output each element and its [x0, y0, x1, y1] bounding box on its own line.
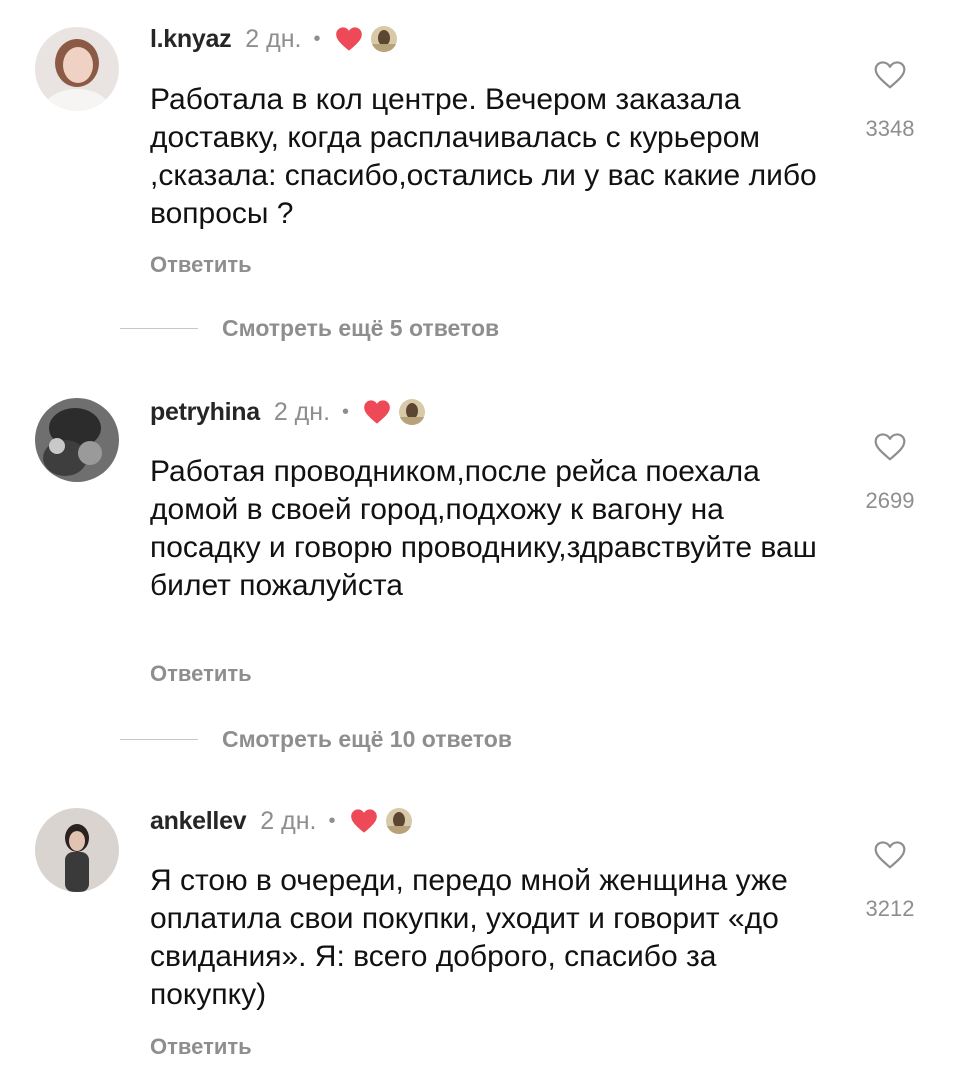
timestamp: 2 дн. — [273, 397, 331, 426]
timestamp: 2 дн. — [260, 806, 317, 835]
view-replies-button[interactable]: Смотреть ещё 5 ответов — [120, 313, 499, 343]
divider-line — [120, 327, 198, 329]
reply-button[interactable]: Ответить — [150, 661, 252, 687]
comment-text: Работала в кол центре. Вечером заказала … — [150, 83, 817, 230]
comment-meta: l.knyaz 2 дн. • — [150, 22, 397, 56]
like-control: 3212 — [860, 840, 920, 922]
username[interactable]: petryhina — [150, 398, 260, 427]
separator-dot: • — [342, 400, 350, 423]
like-control: 3348 — [860, 60, 920, 142]
divider-line — [120, 738, 198, 740]
like-count: 3348 — [865, 116, 915, 141]
comment-meta: ankellev 2 дн. • — [150, 804, 412, 838]
heart-outline-icon[interactable] — [873, 60, 907, 90]
view-replies-button[interactable]: Смотреть ещё 10 ответов — [120, 724, 512, 754]
reply-button[interactable]: Ответить — [150, 1034, 252, 1060]
like-count: 3212 — [865, 896, 915, 921]
comment-text: Я стою в очереди, передо мной женщина уж… — [150, 864, 788, 1011]
comment-meta: petryhina 2 дн. • — [150, 395, 426, 429]
reply-button[interactable]: Ответить — [150, 252, 252, 278]
heart-filled-icon — [364, 400, 390, 424]
separator-dot: • — [328, 809, 336, 832]
like-control: 2699 — [860, 432, 920, 514]
username[interactable]: ankellev — [150, 807, 247, 836]
heart-outline-icon[interactable] — [873, 840, 907, 870]
view-replies-label: Смотреть ещё 5 ответов — [222, 314, 500, 341]
author-avatar-icon — [399, 399, 426, 425]
like-count: 2699 — [865, 488, 915, 513]
avatar[interactable] — [35, 808, 119, 892]
heart-outline-icon[interactable] — [873, 432, 907, 462]
author-avatar-icon — [370, 26, 397, 52]
avatar[interactable] — [35, 398, 119, 482]
comment-text: Работая проводником,после рейса поехала … — [150, 455, 817, 602]
author-avatar-icon — [385, 808, 412, 834]
heart-filled-icon — [350, 809, 377, 833]
username[interactable]: l.knyaz — [150, 25, 232, 54]
view-replies-label: Смотреть ещё 10 ответов — [222, 725, 512, 752]
separator-dot: • — [313, 27, 321, 50]
timestamp: 2 дн. — [245, 24, 302, 53]
avatar[interactable] — [35, 27, 119, 111]
heart-filled-icon — [335, 27, 362, 51]
